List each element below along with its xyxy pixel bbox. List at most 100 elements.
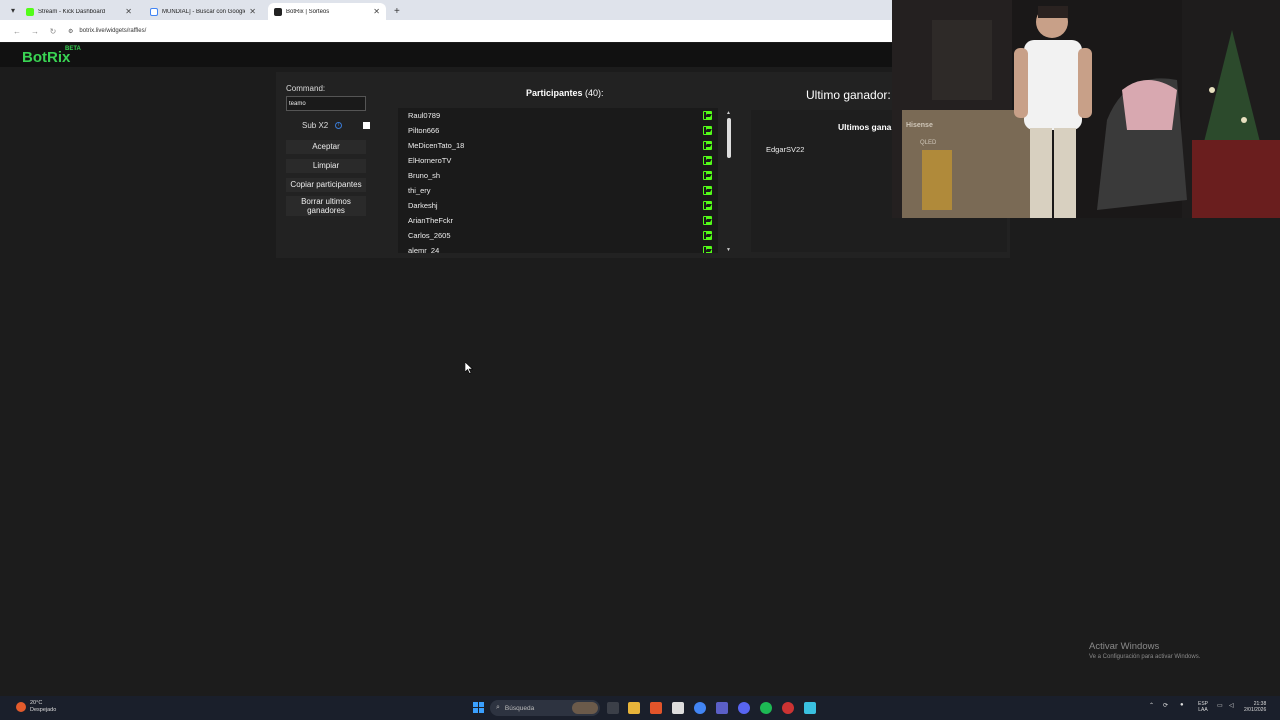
- logo-text: BotRix: [22, 49, 71, 66]
- close-tab-icon[interactable]: ✕: [249, 7, 256, 16]
- language-indicator[interactable]: ESP LAA: [1198, 701, 1208, 713]
- tab-title: Stream - Kick Dashboard: [38, 8, 106, 15]
- tab-botrix-raffles[interactable]: BotRix | Sorteos ✕: [268, 3, 386, 20]
- beta-badge: BETA: [65, 46, 81, 52]
- clear-button[interactable]: Limpiar: [286, 159, 366, 173]
- participants-heading: Participantes: [526, 88, 583, 98]
- weather-temp: 20°C: [30, 700, 43, 706]
- kick-icon: [703, 201, 712, 210]
- spotify-icon[interactable]: [760, 702, 772, 714]
- list-item: thi_ery: [398, 183, 718, 198]
- volume-icon[interactable]: ◁: [1229, 702, 1234, 709]
- list-item: alemr_24: [398, 243, 718, 253]
- scroll-down-icon[interactable]: ▼: [726, 247, 731, 253]
- close-tab-icon[interactable]: ✕: [373, 7, 380, 16]
- mic-icon[interactable]: ●: [1180, 702, 1184, 708]
- task-view-icon[interactable]: [607, 702, 619, 714]
- discord-icon[interactable]: [738, 702, 750, 714]
- participant-name: alemr_24: [408, 246, 440, 253]
- google-favicon-icon: [150, 7, 158, 16]
- participants-list[interactable]: Raul0789 Pilton666 MeDicenTato_18 ElHorn…: [398, 108, 718, 253]
- list-item: Pilton666: [398, 123, 718, 138]
- weather-desc: Despejado: [30, 707, 57, 713]
- url-field[interactable]: ⚙ botrix.live/widgets/raffles/: [68, 28, 146, 35]
- sub-x2-label: Sub X2: [302, 121, 329, 130]
- participant-name: thi_ery: [408, 186, 431, 195]
- kick-icon: [703, 216, 712, 225]
- teams-icon[interactable]: [716, 702, 728, 714]
- command-label: Command:: [286, 84, 326, 93]
- site-info-icon[interactable]: ⚙: [68, 28, 73, 35]
- reload-icon[interactable]: ↻: [44, 27, 62, 36]
- new-tab-icon[interactable]: +: [394, 3, 400, 20]
- list-item: ArianTheFckr: [398, 213, 718, 228]
- webcam-overlay: Hisense QLED: [892, 0, 1280, 218]
- kick-icon: [703, 141, 712, 150]
- sign-model: QLED: [920, 140, 937, 146]
- scroll-thumb[interactable]: [727, 118, 731, 158]
- back-icon[interactable]: ←: [8, 27, 26, 36]
- windows-start-icon[interactable]: [473, 702, 484, 713]
- accept-button[interactable]: Aceptar: [286, 140, 366, 154]
- weather-widget[interactable]: 20°C Despejado: [16, 700, 56, 714]
- kick-icon: [703, 186, 712, 195]
- url-text: botrix.live/widgets/raffles/: [79, 28, 147, 34]
- sync-icon[interactable]: ⟳: [1163, 702, 1168, 709]
- participant-name: MeDicenTato_18: [408, 141, 465, 150]
- kick-favicon-icon: [26, 7, 34, 16]
- tray-expand-icon[interactable]: ⌃: [1149, 702, 1154, 709]
- kick-icon: [703, 246, 712, 253]
- brave-browser-icon[interactable]: [650, 702, 662, 714]
- participant-name: Pilton666: [408, 126, 440, 135]
- lang-line2: LAA: [1198, 707, 1208, 713]
- copy-participants-button[interactable]: Copiar participantes: [286, 178, 366, 192]
- taskbar-search-input[interactable]: ⌕ Búsqueda: [490, 700, 600, 716]
- command-input[interactable]: [286, 96, 366, 111]
- list-item: Bruno_sh: [398, 168, 718, 183]
- weather-icon: [16, 702, 26, 712]
- participant-name: Raul0789: [408, 111, 441, 120]
- botrix-logo[interactable]: BotRix BETA: [22, 46, 81, 66]
- tab-kick-dashboard[interactable]: Stream - Kick Dashboard ✕: [20, 3, 138, 20]
- participants-scrollbar[interactable]: ▲ ▼: [725, 110, 733, 253]
- site-header: [0, 43, 892, 67]
- last-winner-title: Ultimo ganador:: [806, 88, 891, 102]
- close-tab-icon[interactable]: ✕: [125, 7, 132, 16]
- sub-x2-checkbox[interactable]: [363, 122, 370, 129]
- list-item: ElHorneroTV: [398, 153, 718, 168]
- tab-google-search[interactable]: MUNDIAL] - Buscar con Google ✕: [144, 3, 262, 20]
- kick-icon: [703, 171, 712, 180]
- activate-windows-watermark: Activar Windows Ve a Configuración para …: [1089, 641, 1200, 660]
- participant-name: Carlos_2605: [408, 231, 451, 240]
- webcam-scene-image: [892, 0, 1280, 218]
- taskbar: [0, 696, 1280, 720]
- participants-count: (40):: [585, 88, 604, 98]
- participant-name: Darkeshj: [408, 201, 438, 210]
- store-icon[interactable]: [672, 702, 684, 714]
- obs-icon[interactable]: [782, 702, 794, 714]
- activate-windows-subtitle: Ve a Configuración para activar Windows.: [1089, 654, 1201, 660]
- mouse-cursor-icon: [465, 362, 473, 374]
- browser-tab-strip: ▾ Stream - Kick Dashboard ✕ MUNDIAL] - B…: [0, 0, 892, 20]
- tab-search-icon[interactable]: ▾: [6, 0, 20, 20]
- chrome-icon[interactable]: [694, 702, 706, 714]
- file-explorer-icon[interactable]: [628, 702, 640, 714]
- participant-name: ArianTheFckr: [408, 216, 454, 225]
- list-item: Darkeshj: [398, 198, 718, 213]
- list-item: Carlos_2605: [398, 228, 718, 243]
- participant-name: ElHorneroTV: [408, 156, 452, 165]
- clock[interactable]: 21:38 2/01/2026: [1244, 701, 1266, 713]
- notepad-icon[interactable]: [804, 702, 816, 714]
- tab-title: MUNDIAL] - Buscar con Google: [162, 8, 246, 15]
- sign-brand: Hisense: [906, 122, 933, 129]
- scroll-up-icon[interactable]: ▲: [726, 110, 731, 116]
- kick-icon: [703, 156, 712, 165]
- forward-icon[interactable]: →: [26, 27, 44, 36]
- info-icon[interactable]: i: [335, 122, 342, 129]
- network-icon[interactable]: ▭: [1217, 702, 1223, 709]
- recent-winner-item: EdgarSV22: [766, 145, 805, 154]
- delete-last-winners-button[interactable]: Borrar ultimos ganadores: [286, 196, 366, 216]
- list-item: MeDicenTato_18: [398, 138, 718, 153]
- kick-icon: [703, 231, 712, 240]
- kick-icon: [703, 126, 712, 135]
